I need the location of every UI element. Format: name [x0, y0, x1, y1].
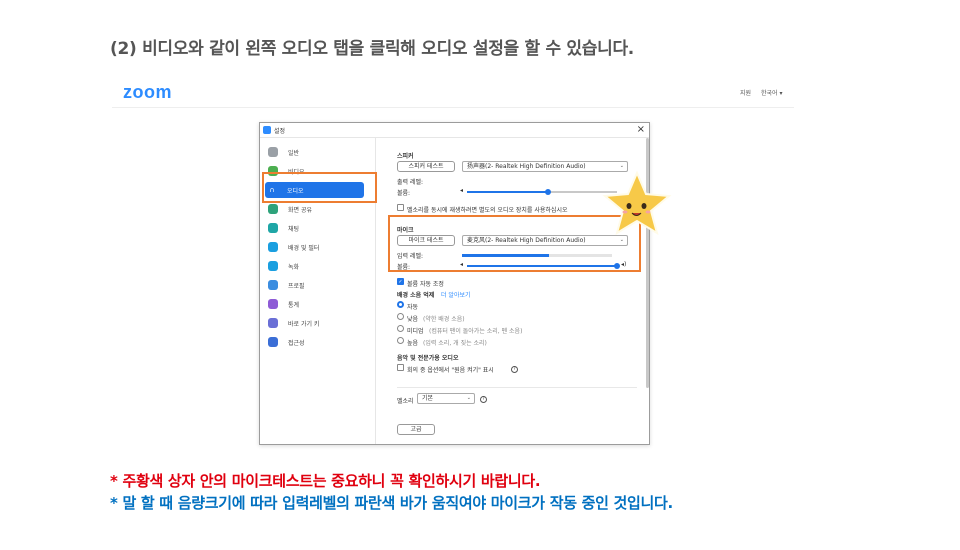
- noise-option-hint: (컴퓨터 팬이 돌아가는 소리, 펜 소음): [429, 328, 523, 335]
- zoom-logo[interactable]: zoom: [123, 82, 172, 103]
- star-mascot-icon: [602, 170, 672, 236]
- note-red: * 주황색 상자 안의 마이크테스트는 중요하니 꼭 확인하시기 바랍니다.: [110, 472, 541, 490]
- sidebar-item[interactable]: 접근성: [266, 334, 366, 350]
- accessibility-icon: [268, 337, 278, 347]
- noise-radio[interactable]: [397, 325, 404, 332]
- noise-section-title: 배경 소음 억제: [397, 292, 435, 299]
- ringtone-label: 벨소리: [397, 398, 414, 405]
- separate-device-label: 벨소리를 동시에 재생하려면 별도의 오디오 장치를 사용하십시오: [407, 207, 568, 214]
- sidebar-item[interactable]: 통계: [266, 296, 366, 312]
- music-section-title: 음악 및 전문가용 오디오: [397, 355, 459, 362]
- speaker-section-title: 스피커: [397, 153, 414, 160]
- sidebar-item[interactable]: 바로 가기 키: [266, 315, 366, 331]
- speaker-volume-label: 볼륨:: [397, 190, 411, 197]
- speaker-device-value: 扬声器(2- Realtek High Definition Audio): [467, 163, 586, 170]
- auto-adjust-label: 볼륨 자동 조정: [407, 281, 444, 288]
- note-blue: * 말 할 때 음량크기에 따라 입력레벨의 파란색 바가 움직여야 마이크가 …: [110, 494, 673, 512]
- page-heading: (2) 비디오와 같이 왼쪽 오디오 탭을 클릭해 오디오 설정을 할 수 있습…: [110, 39, 634, 59]
- sidebar-item-label: 프로필: [288, 283, 305, 290]
- share-screen-icon: [268, 204, 278, 214]
- noise-option-label: 낮음: [407, 316, 419, 323]
- gear-icon: [268, 147, 278, 157]
- help-icon[interactable]: ?: [480, 396, 487, 403]
- sidebar-item-label: 녹화: [288, 264, 300, 271]
- auto-adjust-checkbox[interactable]: ✓: [397, 278, 404, 285]
- speaker-low-icon: ◂: [460, 187, 464, 194]
- noise-option-hint: (약한 배경 소음): [423, 316, 465, 323]
- chat-icon: [268, 223, 278, 233]
- keyboard-icon: [268, 318, 278, 328]
- sidebar-item-label: 통계: [288, 302, 300, 309]
- noise-option-label: 미디엄: [407, 328, 424, 335]
- language-dropdown[interactable]: 한국어 ▾: [761, 88, 782, 97]
- speaker-test-button[interactable]: 스피커 테스트: [397, 161, 455, 172]
- speaker-volume-thumb[interactable]: [545, 189, 551, 195]
- sidebar-item-label: 접근성: [288, 340, 305, 347]
- sidebar-item-label: 일반: [288, 150, 300, 157]
- section-divider: [397, 387, 637, 388]
- original-sound-label: 회의 중 옵션에서 "원음 켜기" 표시: [407, 367, 494, 374]
- ringtone-value: 기본: [422, 395, 434, 402]
- noise-radio[interactable]: [397, 313, 404, 320]
- sidebar-item[interactable]: 녹화: [266, 258, 366, 274]
- separate-device-checkbox[interactable]: [397, 204, 404, 211]
- sidebar-item[interactable]: 채팅: [266, 220, 366, 236]
- window-title: 설정: [274, 128, 286, 135]
- audio-tab-highlight-box: [262, 172, 377, 203]
- learn-more-link[interactable]: 더 알아보기: [441, 290, 471, 299]
- background-icon: [268, 242, 278, 252]
- ringtone-select[interactable]: 기본 ⌄: [417, 393, 475, 404]
- original-sound-checkbox[interactable]: [397, 364, 404, 371]
- sidebar-item[interactable]: 프로필: [266, 277, 366, 293]
- sidebar-item[interactable]: 화면 공유: [266, 201, 366, 217]
- record-icon: [268, 261, 278, 271]
- zoom-header: zoom 지원 한국어 ▾: [112, 78, 794, 108]
- output-level-label: 출력 레벨:: [397, 179, 424, 186]
- help-icon[interactable]: ?: [511, 366, 518, 373]
- sidebar-item-label: 화면 공유: [288, 207, 312, 214]
- zoom-app-icon: [263, 126, 271, 134]
- noise-radio[interactable]: [397, 337, 404, 344]
- support-link[interactable]: 지원: [740, 88, 751, 97]
- profile-icon: [268, 280, 278, 290]
- sidebar-item[interactable]: 배경 및 필터: [266, 239, 366, 255]
- chevron-down-icon: ⌄: [466, 395, 471, 401]
- noise-option-label: 높음: [407, 340, 419, 347]
- statistics-icon: [268, 299, 278, 309]
- noise-option-label: 자동: [407, 304, 419, 311]
- settings-window: 설정 × 일반 비디오 ∩ 오디오 화면 공유 채팅 배경 및 필터 녹화 프로필 통계 바로 가기…: [259, 122, 650, 445]
- noise-option-hint: (입력 소리, 개 짖는 소리): [423, 340, 487, 347]
- window-titlebar: 설정 ×: [260, 123, 649, 138]
- advanced-button[interactable]: 고급: [397, 424, 435, 435]
- sidebar-item-label: 채팅: [288, 226, 300, 233]
- speaker-volume-fill: [467, 191, 548, 193]
- close-icon[interactable]: ×: [637, 124, 645, 136]
- noise-radio[interactable]: [397, 301, 404, 308]
- sidebar-item-label: 배경 및 필터: [288, 245, 320, 252]
- sidebar-item[interactable]: 일반: [266, 144, 366, 160]
- sidebar-item-label: 바로 가기 키: [288, 321, 320, 328]
